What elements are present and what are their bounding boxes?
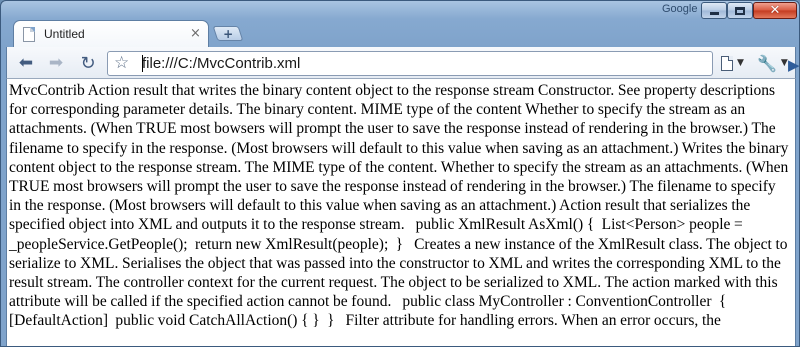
tab-close-icon[interactable]: × bbox=[190, 26, 201, 41]
chevron-down-icon: ▼ bbox=[780, 58, 788, 68]
xml-document-text: MvcContrib Action result that writes the… bbox=[9, 82, 793, 330]
text-caret bbox=[142, 55, 143, 72]
forward-button[interactable]: ➡ bbox=[43, 51, 69, 75]
page-menu-button[interactable]: ▼ bbox=[717, 51, 751, 75]
new-tab-button[interactable]: + bbox=[212, 26, 244, 41]
minimize-icon bbox=[709, 12, 719, 15]
go-arrow-icon[interactable]: ▶ bbox=[788, 56, 799, 74]
page-favicon-icon bbox=[23, 27, 35, 42]
maximize-button[interactable] bbox=[727, 2, 753, 19]
chevron-down-icon: ▼ bbox=[737, 58, 744, 68]
bookmark-star-icon[interactable]: ☆ bbox=[114, 53, 129, 73]
page-icon bbox=[721, 55, 733, 71]
close-icon: ✕ bbox=[769, 3, 781, 18]
browser-window: Google ✕ Untitled × + ⬅ ➡ ↻ ☆ file:///C:… bbox=[0, 0, 800, 347]
google-brand-label: Google bbox=[662, 3, 698, 15]
url-text[interactable]: file:///C:/MvcContrib.xml bbox=[142, 55, 300, 72]
wrench-icon: 🔧 bbox=[757, 53, 777, 73]
page-content: MvcContrib Action result that writes the… bbox=[6, 79, 796, 346]
browser-toolbar: ⬅ ➡ ↻ ☆ file:///C:/MvcContrib.xml ▶ ▼ 🔧 … bbox=[6, 47, 799, 79]
minimize-button[interactable] bbox=[701, 2, 727, 19]
back-button[interactable]: ⬅ bbox=[13, 51, 39, 75]
close-button[interactable]: ✕ bbox=[753, 2, 797, 19]
tab-untitled[interactable]: Untitled × bbox=[13, 20, 209, 47]
back-arrow-icon: ⬅ bbox=[18, 53, 34, 73]
plus-icon: + bbox=[222, 26, 234, 41]
address-bar[interactable]: ☆ file:///C:/MvcContrib.xml ▶ bbox=[107, 51, 799, 76]
forward-arrow-icon: ➡ bbox=[48, 53, 64, 73]
maximize-icon bbox=[735, 6, 745, 15]
reload-icon: ↻ bbox=[80, 52, 96, 74]
tab-title: Untitled bbox=[44, 27, 85, 41]
reload-button[interactable]: ↻ bbox=[75, 51, 101, 75]
tools-menu-button[interactable]: 🔧 ▼ bbox=[755, 51, 789, 75]
